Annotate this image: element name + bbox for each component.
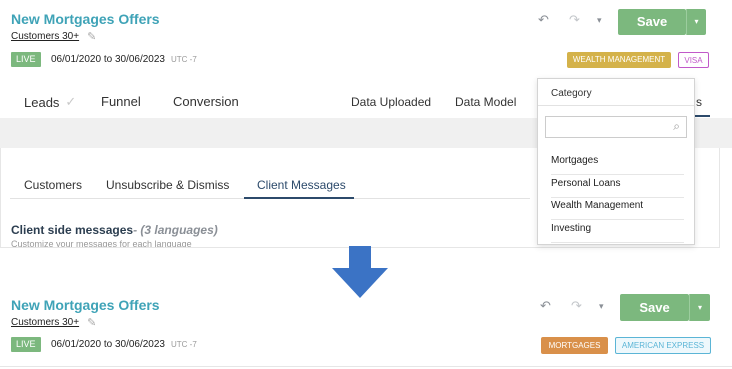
category-option-investing[interactable]: Investing bbox=[551, 223, 684, 243]
segment-row: Customers 30+ ✎ bbox=[11, 316, 96, 329]
client-side-description: Customize your messages for each languag… bbox=[11, 239, 192, 247]
tab-leads[interactable]: Leads ✓ bbox=[24, 94, 76, 110]
subtab-customers[interactable]: Customers bbox=[24, 178, 82, 192]
tag-card[interactable]: AMERICAN EXPRESS bbox=[615, 337, 711, 354]
search-icon: ⌕ bbox=[673, 119, 680, 133]
pencil-icon[interactable]: ✎ bbox=[87, 30, 96, 43]
client-side-heading: Client side messages- (3 languages) bbox=[11, 221, 218, 239]
caret-down-icon[interactable]: ▾ bbox=[599, 301, 604, 312]
segment-row: Customers 30+ ✎ bbox=[11, 30, 96, 43]
tab-data-model[interactable]: Data Model bbox=[455, 95, 516, 109]
timezone: UTC -7 bbox=[171, 55, 197, 64]
campaign-title[interactable]: New Mortgages Offers bbox=[11, 11, 160, 27]
tab-funnel[interactable]: Funnel bbox=[101, 94, 141, 109]
subtab-active-indicator bbox=[244, 197, 354, 199]
status-badge: LIVE bbox=[11, 52, 41, 67]
category-option-mortgages[interactable]: Mortgages bbox=[551, 155, 684, 175]
segment-link[interactable]: Customers 30+ bbox=[11, 317, 79, 328]
dropdown-divider bbox=[538, 105, 694, 106]
tag-card[interactable]: VISA bbox=[678, 52, 709, 68]
status-badge: LIVE bbox=[11, 337, 41, 352]
redo-icon[interactable]: ↷ bbox=[571, 298, 582, 314]
save-dropdown-button[interactable]: ▾ bbox=[686, 9, 706, 35]
tag-category[interactable]: MORTGAGES bbox=[541, 337, 608, 354]
tab-partial-hidden[interactable]: s bbox=[696, 95, 702, 109]
tab-data-uploaded[interactable]: Data Uploaded bbox=[351, 95, 431, 109]
languages-count: - (3 languages) bbox=[133, 223, 218, 237]
bottom-divider bbox=[0, 366, 732, 367]
redo-icon[interactable]: ↷ bbox=[569, 12, 580, 28]
campaign-title[interactable]: New Mortgages Offers bbox=[11, 297, 160, 313]
caret-down-icon[interactable]: ▾ bbox=[597, 15, 602, 26]
date-range-text: 06/01/2020 to 30/06/2023 bbox=[51, 54, 165, 65]
subtab-client-messages[interactable]: Client Messages bbox=[257, 178, 346, 192]
tab-leads-label: Leads bbox=[24, 94, 60, 110]
arrow-down-icon bbox=[332, 246, 388, 298]
pencil-icon[interactable]: ✎ bbox=[87, 316, 96, 329]
date-range-text: 06/01/2020 to 30/06/2023 bbox=[51, 339, 165, 350]
subtab-unsubscribe[interactable]: Unsubscribe & Dismiss bbox=[106, 178, 229, 192]
save-dropdown-button[interactable]: ▾ bbox=[689, 294, 710, 321]
check-icon: ✓ bbox=[65, 94, 77, 109]
category-search-input[interactable]: ⌕ bbox=[545, 116, 687, 138]
tab-conversion[interactable]: Conversion bbox=[173, 94, 239, 109]
client-side-title: Client side messages bbox=[11, 223, 134, 237]
date-range: 06/01/2020 to 30/06/2023 UTC -7 bbox=[51, 339, 197, 350]
category-option-personal-loans[interactable]: Personal Loans bbox=[551, 178, 684, 198]
date-range: 06/01/2020 to 30/06/2023 UTC -7 bbox=[51, 54, 197, 65]
category-option-wealth-management[interactable]: Wealth Management bbox=[551, 200, 684, 220]
undo-icon[interactable]: ↶ bbox=[538, 12, 549, 28]
dropdown-header: Category bbox=[551, 88, 592, 99]
category-dropdown: Category ⌕ Mortgages Personal Loans Weal… bbox=[537, 78, 695, 245]
save-button[interactable]: Save bbox=[618, 9, 686, 35]
undo-icon[interactable]: ↶ bbox=[540, 298, 551, 314]
tag-category[interactable]: WEALTH MANAGEMENT bbox=[567, 52, 671, 68]
save-button[interactable]: Save bbox=[620, 294, 689, 321]
segment-link[interactable]: Customers 30+ bbox=[11, 31, 79, 42]
timezone: UTC -7 bbox=[171, 340, 197, 349]
